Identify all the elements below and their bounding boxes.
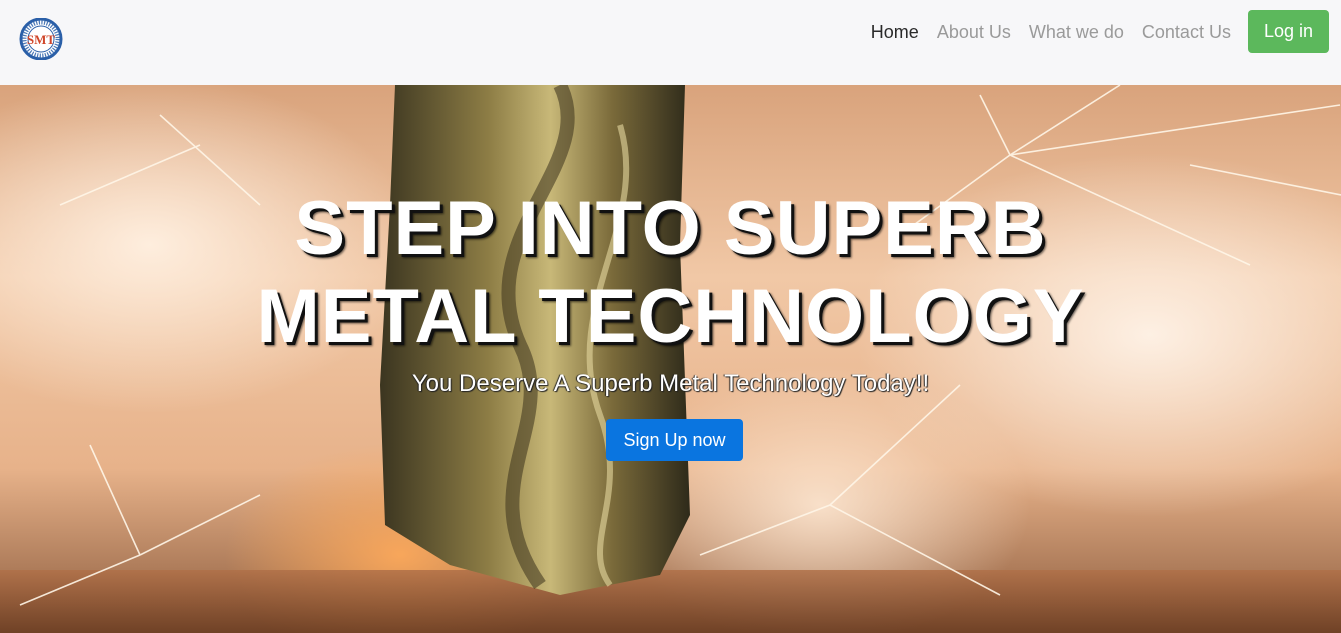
svg-text:SMT: SMT (27, 32, 56, 47)
hero-title: STEP INTO SUPERB METAL TECHNOLOGY (0, 185, 1341, 361)
nav-contact-link[interactable]: Contact Us (1133, 20, 1240, 44)
hero-title-line2: METAL TECHNOLOGY (256, 274, 1085, 359)
hero-subtitle: You Deserve A Superb Metal Technology To… (411, 370, 930, 397)
nav-home-link[interactable]: Home (862, 20, 928, 44)
navbar: SMT Home About Us What we do Contact Us … (0, 0, 1341, 85)
hero-section: STEP INTO SUPERB METAL TECHNOLOGY You De… (0, 85, 1341, 633)
signup-button[interactable]: Sign Up now (606, 419, 743, 461)
brand-logo[interactable]: SMT (17, 17, 65, 61)
nav-about-link[interactable]: About Us (928, 20, 1020, 44)
login-button[interactable]: Log in (1247, 10, 1329, 53)
nav-what-we-do-link[interactable]: What we do (1020, 20, 1133, 44)
nav-links: Home About Us What we do Contact Us Log … (862, 10, 1329, 53)
hero-title-line1: STEP INTO SUPERB (294, 186, 1047, 271)
